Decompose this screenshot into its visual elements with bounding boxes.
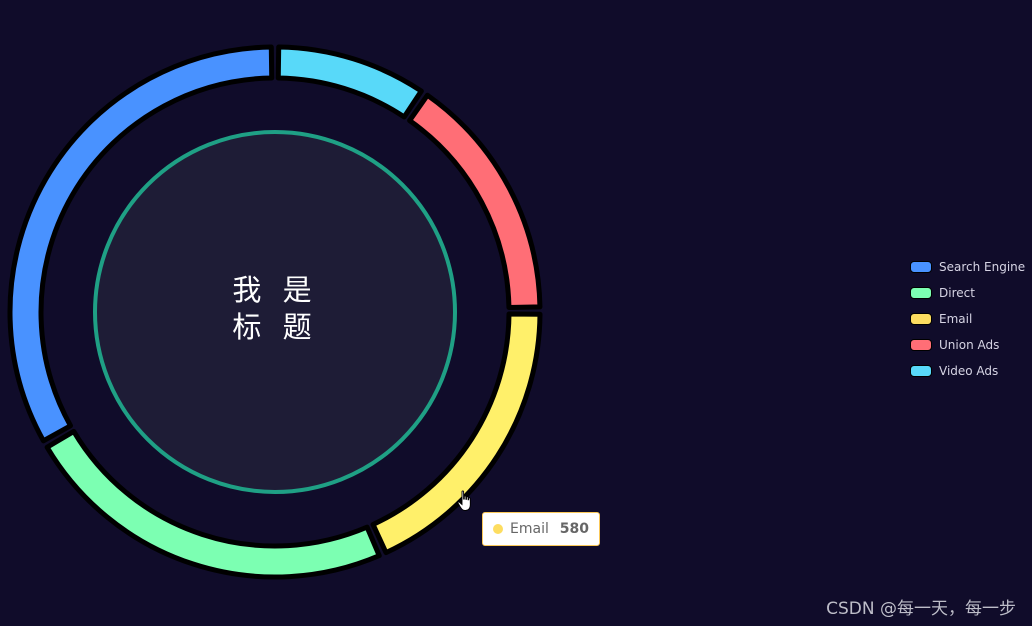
tooltip-color-dot — [493, 524, 503, 534]
legend-label: Video Ads — [939, 364, 999, 378]
tooltip-value: 580 — [559, 521, 589, 537]
chart-title-line-2: 标 题 — [232, 310, 318, 344]
legend-item-direct[interactable]: Direct — [910, 280, 1025, 306]
legend-swatch — [910, 313, 932, 325]
legend: Search Engine Direct Email Union Ads Video A… — [910, 254, 1025, 384]
tooltip: Email 580 — [482, 512, 600, 546]
legend-item-video-ads[interactable]: Video Ads — [910, 358, 1025, 384]
legend-swatch — [910, 261, 932, 273]
legend-label: Union Ads — [939, 338, 1000, 352]
legend-swatch — [910, 339, 932, 351]
chart-title-line-1: 我 是 — [232, 273, 318, 307]
legend-label: Direct — [939, 286, 975, 300]
tooltip-series-name: Email — [510, 521, 549, 537]
legend-item-union-ads[interactable]: Union Ads — [910, 332, 1025, 358]
legend-swatch — [910, 365, 932, 377]
slice-video-ads[interactable] — [275, 44, 424, 120]
hand-pointer-cursor-icon — [457, 490, 471, 511]
watermark: CSDN @每一天，每一步 — [826, 599, 1016, 619]
legend-swatch — [910, 287, 932, 299]
chart-title: 我 是 标 题 — [175, 272, 375, 346]
legend-label: Search Engine — [939, 260, 1026, 274]
legend-item-search-engine[interactable]: Search Engine — [910, 254, 1025, 280]
legend-item-email[interactable]: Email — [910, 306, 1025, 332]
legend-label: Email — [939, 312, 973, 326]
